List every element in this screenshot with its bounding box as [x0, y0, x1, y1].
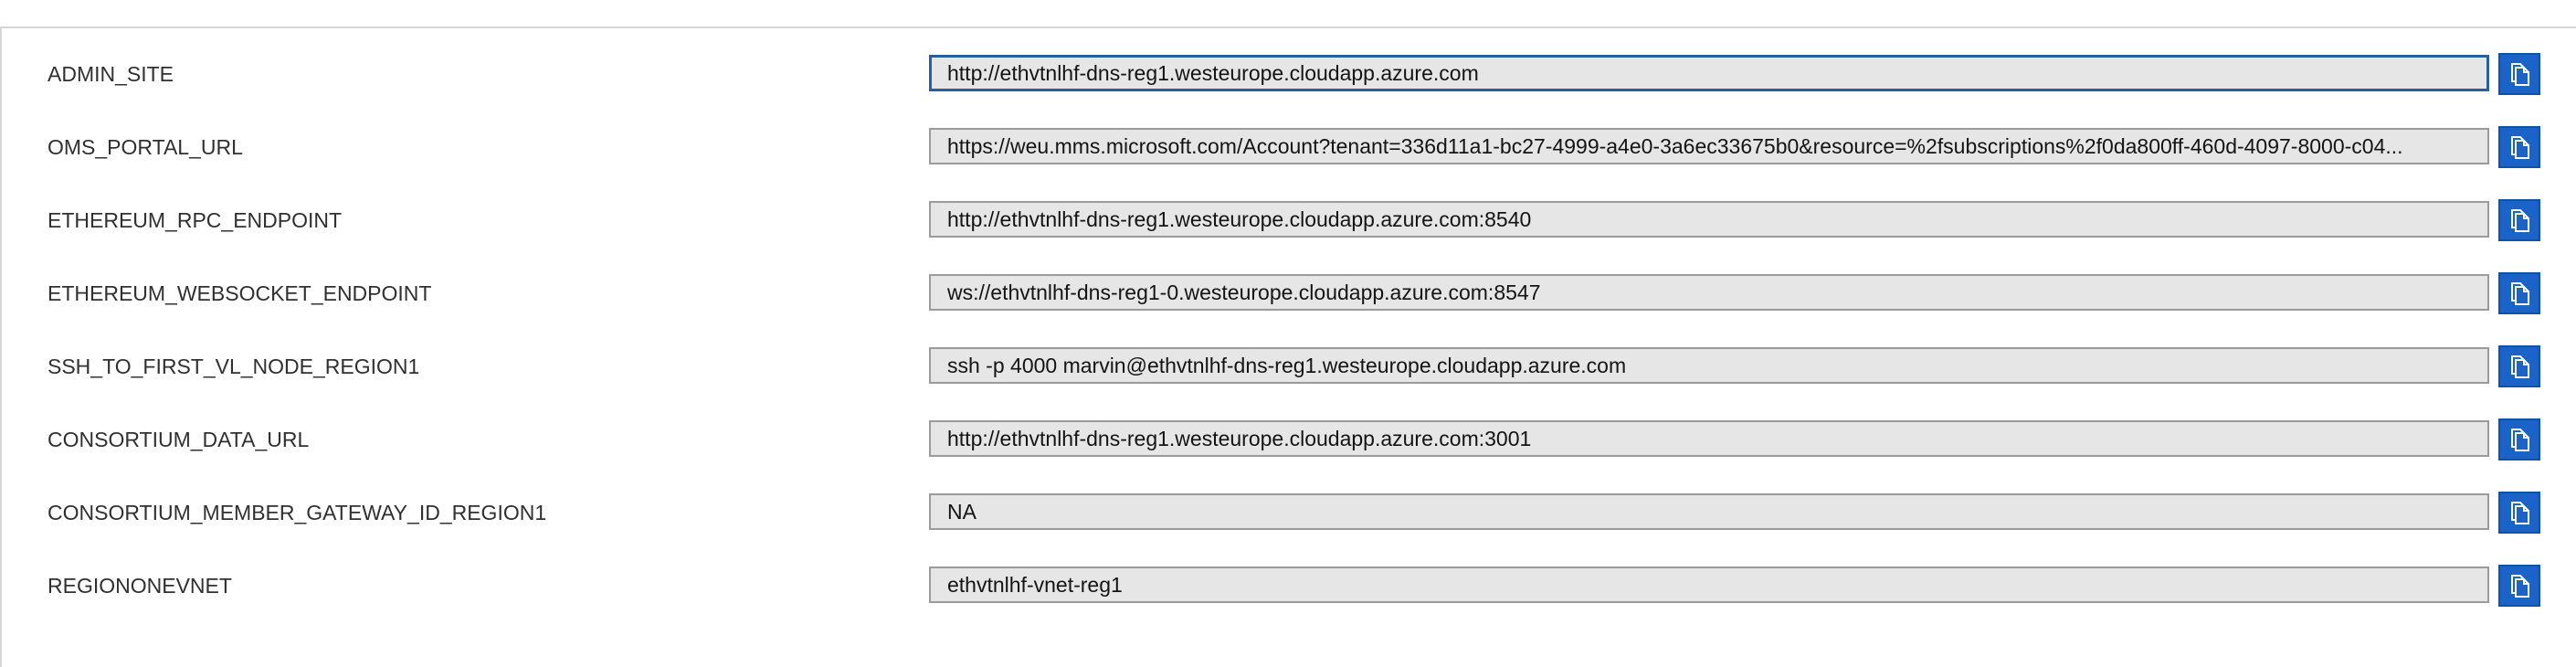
output-value-field[interactable]: http://ethvtnlhf-dns-reg1.westeurope.clo…	[929, 201, 2489, 238]
output-value-field[interactable]: ssh -p 4000 marvin@ethvtnlhf-dns-reg1.we…	[929, 347, 2489, 384]
output-value-field[interactable]: http://ethvtnlhf-dns-reg1.westeurope.clo…	[929, 420, 2489, 457]
copy-icon	[2507, 499, 2532, 526]
copy-button[interactable]	[2498, 418, 2540, 461]
output-value-field[interactable]: https://weu.mms.microsoft.com/Account?te…	[929, 128, 2489, 164]
output-value-field[interactable]: ws://ethvtnlhf-dns-reg1-0.westeurope.clo…	[929, 274, 2489, 311]
output-key-label: SSH_TO_FIRST_VL_NODE_REGION1	[48, 355, 420, 378]
copy-icon	[2507, 133, 2532, 161]
output-value-field[interactable]: NA	[929, 493, 2489, 530]
copy-icon	[2507, 60, 2532, 88]
output-row-regiononevnet: REGIONONEVNET ethvtnlhf-vnet-reg1	[0, 565, 2576, 607]
output-key-label: OMS_PORTAL_URL	[48, 135, 243, 159]
copy-button[interactable]	[2498, 492, 2540, 534]
copy-button[interactable]	[2498, 345, 2540, 387]
output-value-field[interactable]: http://ethvtnlhf-dns-reg1.westeurope.clo…	[929, 55, 2489, 91]
output-row-admin-site: ADMIN_SITE http://ethvtnlhf-dns-reg1.wes…	[0, 53, 2576, 95]
output-row-oms-portal-url: OMS_PORTAL_URL https://weu.mms.microsoft…	[0, 126, 2576, 168]
copy-icon	[2507, 280, 2532, 307]
outputs-panel: ADMIN_SITE http://ethvtnlhf-dns-reg1.wes…	[0, 0, 2576, 667]
output-value-field[interactable]: ethvtnlhf-vnet-reg1	[929, 566, 2489, 603]
output-row-ssh-to-first-vl-node-region1: SSH_TO_FIRST_VL_NODE_REGION1 ssh -p 4000…	[0, 345, 2576, 387]
output-key-label: ETHEREUM_RPC_ENDPOINT	[48, 208, 343, 232]
copy-button[interactable]	[2498, 199, 2540, 241]
output-key-label: CONSORTIUM_DATA_URL	[48, 428, 310, 451]
copy-icon	[2507, 206, 2532, 234]
output-key-label: REGIONONEVNET	[48, 574, 232, 598]
copy-button[interactable]	[2498, 126, 2540, 168]
output-row-consortium-member-gateway-id-region1: CONSORTIUM_MEMBER_GATEWAY_ID_REGION1 NA	[0, 492, 2576, 534]
copy-icon	[2507, 353, 2532, 380]
copy-icon	[2507, 426, 2532, 453]
output-row-ethereum-websocket-endpoint: ETHEREUM_WEBSOCKET_ENDPOINT ws://ethvtnl…	[0, 272, 2576, 314]
output-row-consortium-data-url: CONSORTIUM_DATA_URL http://ethvtnlhf-dns…	[0, 418, 2576, 461]
panel-top-divider	[0, 26, 2576, 28]
output-row-ethereum-rpc-endpoint: ETHEREUM_RPC_ENDPOINT http://ethvtnlhf-d…	[0, 199, 2576, 241]
output-key-label: CONSORTIUM_MEMBER_GATEWAY_ID_REGION1	[48, 501, 547, 524]
copy-button[interactable]	[2498, 565, 2540, 607]
output-key-label: ETHEREUM_WEBSOCKET_ENDPOINT	[48, 281, 432, 305]
copy-icon	[2507, 572, 2532, 599]
copy-button[interactable]	[2498, 272, 2540, 314]
output-key-label: ADMIN_SITE	[48, 62, 174, 86]
copy-button[interactable]	[2498, 53, 2540, 95]
